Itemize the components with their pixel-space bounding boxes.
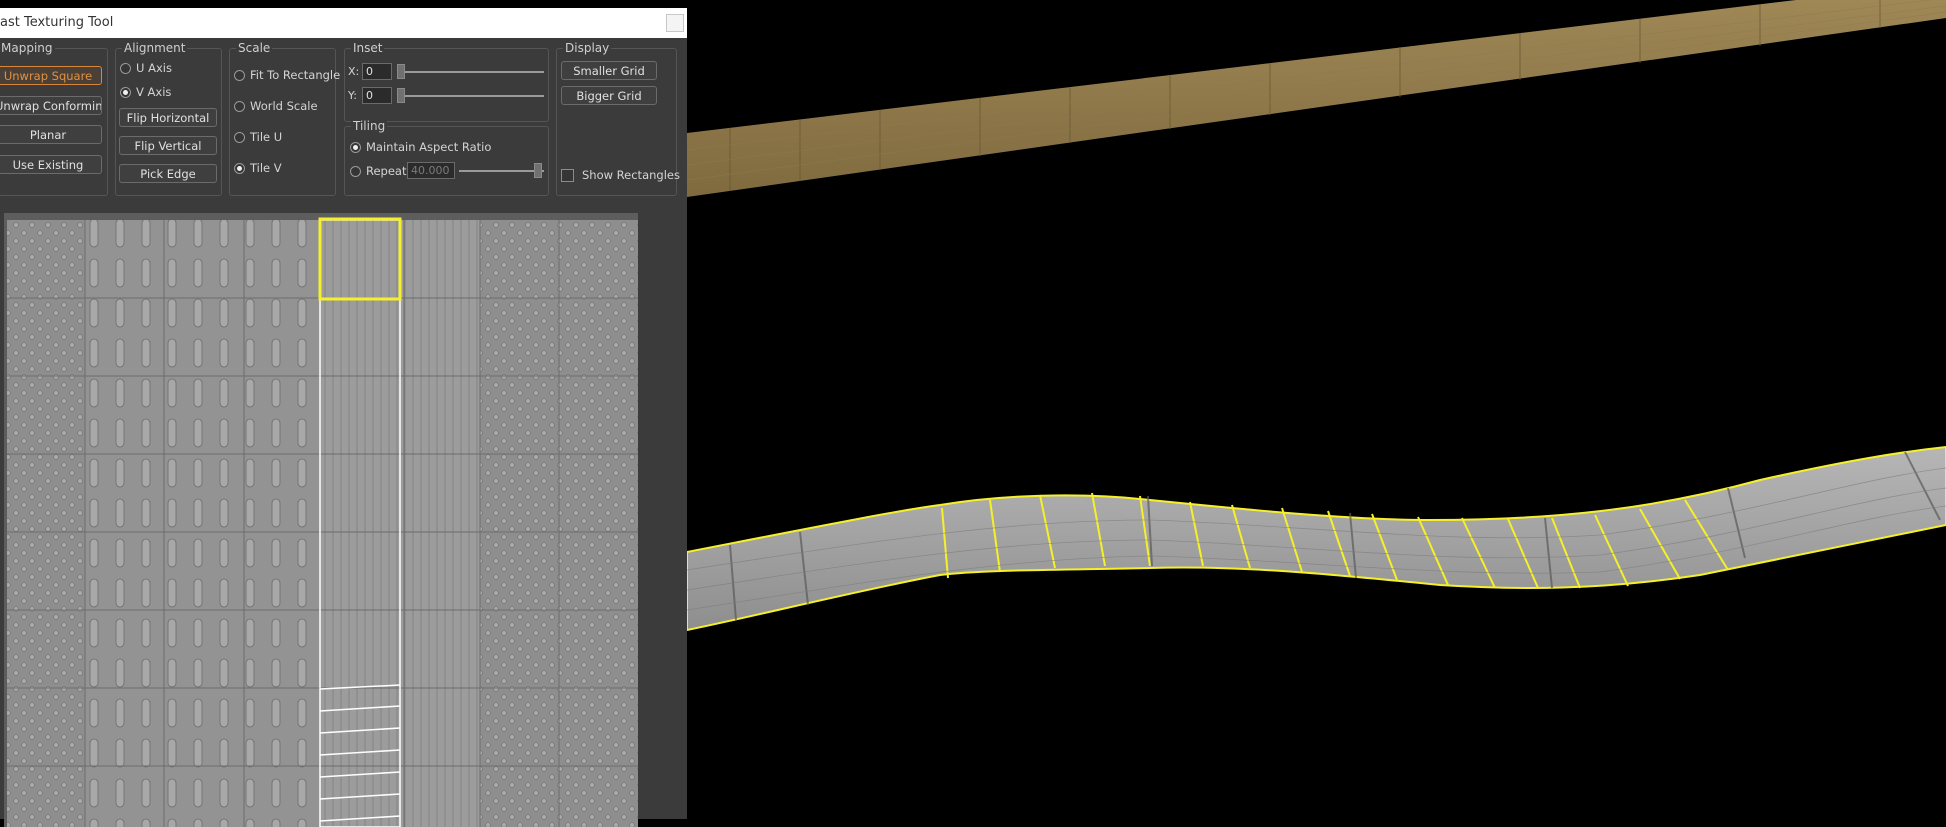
u-axis-radio-dot[interactable]	[120, 62, 131, 74]
repeat-slider-track[interactable]	[459, 170, 544, 172]
inset-y-label: Y:	[348, 89, 357, 102]
show-rectangles-box[interactable]	[561, 168, 574, 182]
maintain-aspect-ratio-radio-dot[interactable]	[350, 141, 361, 153]
window-title: ast Texturing Tool	[0, 15, 114, 30]
unwrap-square-button[interactable]: Unwrap Square	[0, 66, 102, 85]
inset-y-slider-handle[interactable]	[397, 88, 405, 103]
u-axis-radio[interactable]: U Axis	[120, 60, 172, 76]
bigger-grid-button[interactable]: Bigger Grid	[561, 86, 657, 105]
tile-v-radio-dot[interactable]	[234, 162, 245, 174]
fast-texturing-tool-window: ast Texturing Tool Mapping Unwrap Square…	[0, 8, 687, 827]
tile-v-radio[interactable]: Tile V	[234, 160, 282, 176]
repeat-slider-handle[interactable]	[534, 163, 542, 178]
world-scale-radio[interactable]: World Scale	[234, 98, 318, 114]
inset-y-field[interactable]: 0	[362, 87, 392, 104]
planar-button[interactable]: Planar	[0, 125, 102, 144]
unwrap-conforming-button[interactable]: Unwrap Conforming	[0, 96, 102, 115]
tiling-group-title: Tiling	[351, 119, 388, 133]
inset-x-field[interactable]: 0	[362, 63, 392, 80]
show-rectangles-label: Show Rectangles	[582, 168, 680, 182]
tile-v-label: Tile V	[250, 161, 282, 175]
tiling-group: Tiling	[344, 120, 549, 196]
fit-to-rectangle-radio[interactable]: Fit To Rectangle	[234, 67, 340, 83]
maintain-aspect-ratio-radio[interactable]: Maintain Aspect Ratio	[350, 139, 491, 155]
pick-edge-button[interactable]: Pick Edge	[119, 164, 217, 183]
display-group-title: Display	[563, 41, 612, 55]
inset-x-slider-handle[interactable]	[397, 64, 405, 79]
v-axis-radio-dot[interactable]	[120, 86, 131, 98]
mapping-group-title: Mapping	[0, 41, 55, 55]
inset-x-slider-track[interactable]	[397, 71, 544, 73]
inset-group: Inset	[344, 42, 549, 122]
flip-vertical-button[interactable]: Flip Vertical	[119, 136, 217, 155]
world-scale-label: World Scale	[250, 99, 318, 113]
fit-to-rectangle-radio-dot[interactable]	[234, 69, 245, 81]
repeat-label: Repeat	[366, 164, 407, 178]
alignment-group-title: Alignment	[122, 41, 188, 55]
curved-walkway-mesh	[686, 445, 1946, 632]
title-bar[interactable]: ast Texturing Tool	[0, 8, 687, 38]
inset-y-slider-track[interactable]	[397, 95, 544, 97]
flip-horizontal-button[interactable]: Flip Horizontal	[119, 108, 217, 127]
uv-editor-panel[interactable]	[4, 213, 638, 827]
world-scale-radio-dot[interactable]	[234, 100, 245, 112]
maintain-aspect-ratio-label: Maintain Aspect Ratio	[366, 140, 492, 154]
show-rectangles-checkbox[interactable]: Show Rectangles	[561, 168, 680, 182]
tile-u-radio[interactable]: Tile U	[234, 129, 282, 145]
tile-u-label: Tile U	[250, 130, 283, 144]
inset-group-title: Inset	[351, 41, 385, 55]
fit-to-rectangle-label: Fit To Rectangle	[250, 68, 341, 82]
close-button[interactable]	[666, 14, 684, 32]
repeat-value-field[interactable]: 40.000	[407, 162, 455, 179]
scale-group-title: Scale	[236, 41, 273, 55]
v-axis-label: V Axis	[136, 85, 172, 99]
v-axis-radio[interactable]: V Axis	[120, 84, 171, 100]
inset-x-label: X:	[348, 65, 360, 78]
uv-texture-view[interactable]	[4, 213, 638, 827]
repeat-radio[interactable]: Repeat	[350, 163, 406, 179]
repeat-radio-dot[interactable]	[350, 165, 361, 177]
u-axis-label: U Axis	[136, 61, 172, 75]
tile-u-radio-dot[interactable]	[234, 131, 245, 143]
smaller-grid-button[interactable]: Smaller Grid	[561, 61, 657, 80]
use-existing-button[interactable]: Use Existing	[0, 155, 102, 174]
